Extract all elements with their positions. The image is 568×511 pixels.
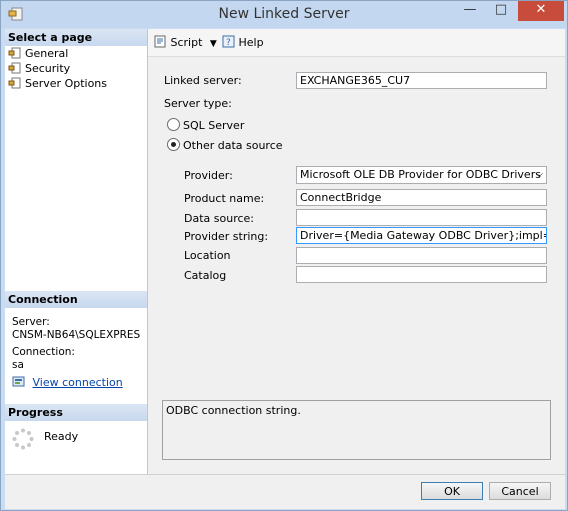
catalog-input[interactable] bbox=[296, 266, 547, 283]
server-label: Server: bbox=[12, 316, 50, 328]
linked-server-input[interactable]: EXCHANGE365_CU7 bbox=[296, 72, 547, 89]
general-page-form: Linked server: EXCHANGE365_CU7 Server ty… bbox=[148, 57, 565, 474]
dialog-window: New Linked Server — □ ✕ Select a page Ge… bbox=[0, 0, 568, 511]
page-item-server-options[interactable]: Server Options bbox=[5, 76, 147, 91]
progress-status: Ready bbox=[44, 430, 79, 443]
dropdown-arrow-icon[interactable]: ▼ bbox=[210, 39, 217, 49]
description-panel: ODBC connection string. bbox=[162, 400, 551, 460]
help-button[interactable]: ? Help bbox=[222, 35, 264, 49]
location-label: Location bbox=[184, 249, 231, 262]
connection-section: Connection Server: CNSM-NB64\SQLEXPRES C… bbox=[5, 291, 147, 390]
toolbar: Script ▼ ? Help bbox=[148, 29, 565, 57]
chevron-down-icon[interactable]: ⌵ bbox=[535, 167, 543, 183]
server-type-label: Server type: bbox=[164, 97, 232, 110]
select-page-header: Select a page bbox=[5, 29, 147, 46]
page-item-label: Security bbox=[25, 62, 71, 75]
dialog-button-bar: OK Cancel bbox=[5, 474, 565, 509]
minimize-button[interactable]: — bbox=[456, 1, 484, 21]
help-label: Help bbox=[238, 36, 264, 49]
radio-selected-dot bbox=[171, 142, 176, 147]
connection-properties-icon bbox=[12, 376, 25, 387]
other-data-source-radio[interactable] bbox=[167, 138, 180, 151]
script-icon bbox=[154, 35, 166, 48]
connection-label: Connection: bbox=[12, 346, 75, 358]
progress-spinner-icon bbox=[12, 428, 34, 450]
catalog-label: Catalog bbox=[184, 269, 227, 282]
close-button[interactable]: ✕ bbox=[518, 1, 564, 21]
page-item-label: Server Options bbox=[25, 77, 108, 90]
location-input[interactable] bbox=[296, 247, 547, 264]
connection-header: Connection bbox=[5, 291, 147, 308]
page-item-security[interactable]: Security bbox=[5, 61, 147, 76]
cancel-button[interactable]: Cancel bbox=[489, 482, 551, 500]
connection-value: sa bbox=[12, 359, 24, 371]
other-data-source-radio-label[interactable]: Other data source bbox=[183, 139, 283, 152]
server-value: CNSM-NB64\SQLEXPRES bbox=[12, 329, 141, 341]
provider-string-label: Provider string: bbox=[184, 230, 269, 243]
progress-header: Progress bbox=[5, 404, 147, 421]
progress-section: Progress Ready bbox=[5, 404, 147, 450]
provider-string-input[interactable]: Driver={Media Gateway ODBC Driver};impl=… bbox=[296, 227, 547, 244]
help-icon: ? bbox=[222, 35, 235, 48]
provider-select-value: Microsoft OLE DB Provider for ODBC Drive… bbox=[300, 168, 541, 181]
ok-button[interactable]: OK bbox=[421, 482, 483, 500]
wrench-page-icon bbox=[8, 62, 21, 74]
linked-server-label: Linked server: bbox=[164, 74, 242, 87]
product-name-input[interactable]: ConnectBridge bbox=[296, 189, 547, 206]
data-source-input[interactable] bbox=[296, 209, 547, 226]
page-item-general[interactable]: General bbox=[5, 46, 147, 61]
view-connection-link-row[interactable]: View connection bbox=[5, 376, 147, 390]
wrench-page-icon bbox=[8, 47, 21, 59]
page-item-label: General bbox=[25, 47, 69, 60]
data-source-label: Data source: bbox=[184, 212, 254, 225]
script-label: Script bbox=[170, 36, 203, 49]
sql-server-radio[interactable] bbox=[167, 118, 180, 131]
title-bar[interactable]: New Linked Server — □ ✕ bbox=[1, 1, 567, 28]
svg-text:?: ? bbox=[226, 38, 231, 48]
provider-select[interactable]: Microsoft OLE DB Provider for ODBC Drive… bbox=[296, 166, 547, 184]
product-name-label: Product name: bbox=[184, 192, 265, 205]
provider-label: Provider: bbox=[184, 169, 233, 182]
wrench-page-icon bbox=[8, 77, 21, 89]
maximize-button[interactable]: □ bbox=[487, 1, 515, 21]
dialog-client-area: Select a page General Security Server Op… bbox=[5, 29, 565, 509]
sql-server-radio-label[interactable]: SQL Server bbox=[183, 119, 244, 132]
script-button[interactable]: Script ▼ bbox=[154, 35, 217, 49]
view-connection-link[interactable]: View connection bbox=[33, 376, 123, 389]
page-selector-pane: Select a page General Security Server Op… bbox=[5, 29, 148, 474]
